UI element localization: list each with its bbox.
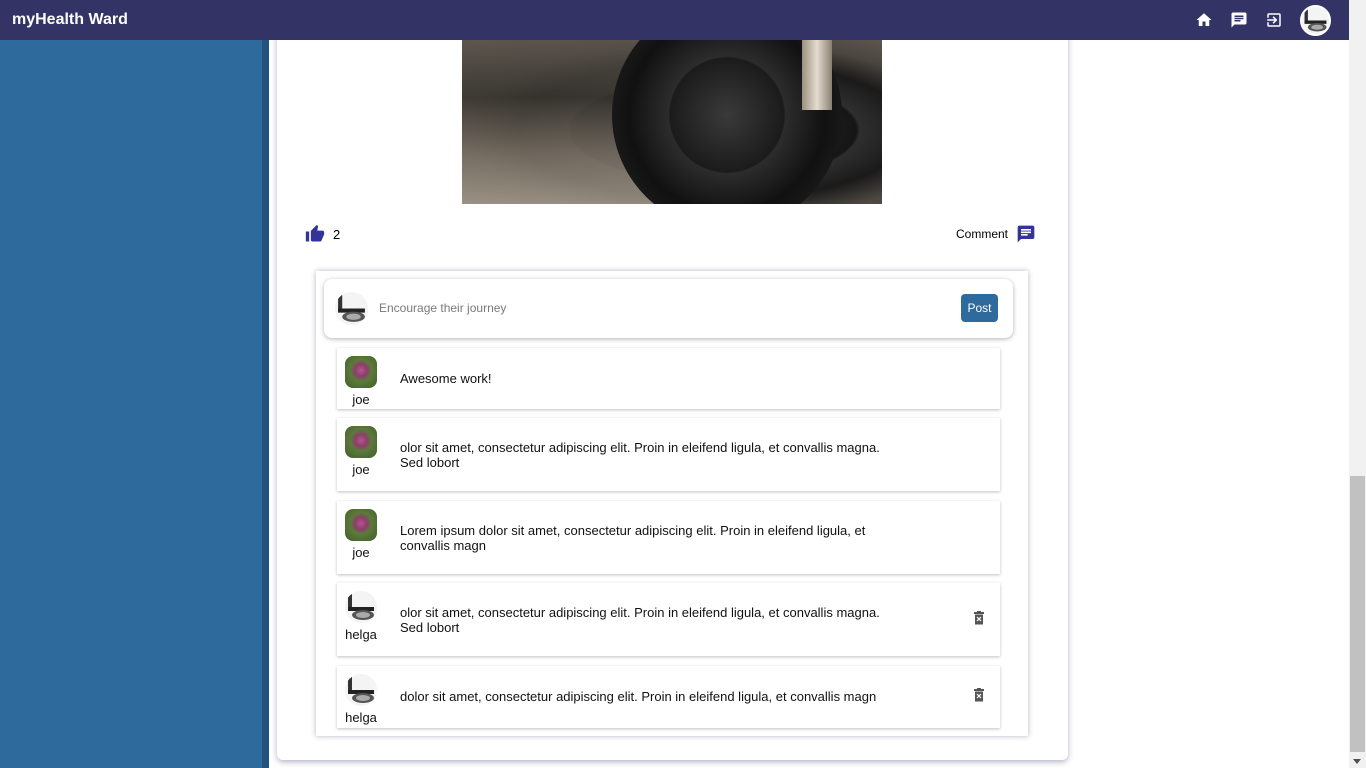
post-button[interactable]: Post: [961, 294, 998, 322]
comment-text: dolor sit amet, consectetur adipiscing e…: [400, 689, 877, 704]
comment-label: Comment: [955, 227, 1008, 241]
comment-text: Lorem ipsum dolor sit amet, consectetur …: [400, 523, 866, 553]
post-image: [462, 40, 882, 204]
comment-item: joe olor sit amet, consectetur adipiscin…: [337, 418, 1000, 491]
chat-icon[interactable]: [1228, 9, 1250, 31]
comment-button[interactable]: Comment: [956, 224, 1036, 244]
avatar: [345, 356, 377, 388]
image-bar: [802, 40, 832, 110]
scrollbar-thumb[interactable]: [1350, 476, 1365, 752]
home-icon[interactable]: [1193, 9, 1215, 31]
user-avatar[interactable]: [1300, 4, 1331, 36]
comment-item: joe Lorem ipsum dolor sit amet, consecte…: [337, 501, 1000, 574]
avatar: [345, 591, 377, 623]
post-card: 2 Comment Post joe Awesome work!: [277, 0, 1068, 760]
delete-icon[interactable]: [973, 688, 985, 702]
comment-item: helga dolor sit amet, consectetur adipis…: [337, 666, 1000, 728]
top-icons: [1180, 0, 1331, 40]
comment-author: helga: [345, 627, 377, 642]
comment-icon: [1017, 225, 1035, 243]
app-brand[interactable]: myHealth Ward: [12, 11, 128, 29]
sidebar-divider: [262, 40, 269, 768]
scroll-down-arrow-icon[interactable]: [1353, 759, 1361, 764]
composer-avatar: [335, 292, 368, 325]
sidebar: [0, 40, 262, 768]
avatar: [345, 674, 377, 706]
delete-icon[interactable]: [973, 611, 985, 625]
comment-item: helga olor sit amet, consectetur adipisc…: [337, 583, 1000, 656]
comment-text: Awesome work!: [400, 371, 492, 386]
comment-author: joe: [352, 462, 370, 477]
avatar: [345, 509, 377, 541]
page-scrollbar[interactable]: [1349, 0, 1366, 768]
comment-text: olor sit amet, consectetur adipiscing el…: [400, 605, 880, 635]
comment-composer: Post: [324, 279, 1013, 338]
top-navbar: myHealth Ward: [0, 0, 1349, 40]
like-count: 2: [333, 226, 341, 242]
avatar: [345, 426, 377, 458]
comment-author: helga: [345, 710, 377, 725]
logout-icon[interactable]: [1263, 9, 1285, 31]
comment-input[interactable]: [379, 296, 939, 320]
thumbs-up-icon[interactable]: [305, 224, 325, 244]
comment-author: joe: [352, 545, 370, 560]
comment-author: joe: [352, 392, 370, 407]
comment-item: joe Awesome work!: [337, 348, 1000, 409]
like-row: 2: [305, 224, 340, 244]
comment-text: olor sit amet, consectetur adipiscing el…: [400, 440, 880, 470]
comments-panel: Post joe Awesome work! joe olor sit amet…: [316, 271, 1028, 736]
